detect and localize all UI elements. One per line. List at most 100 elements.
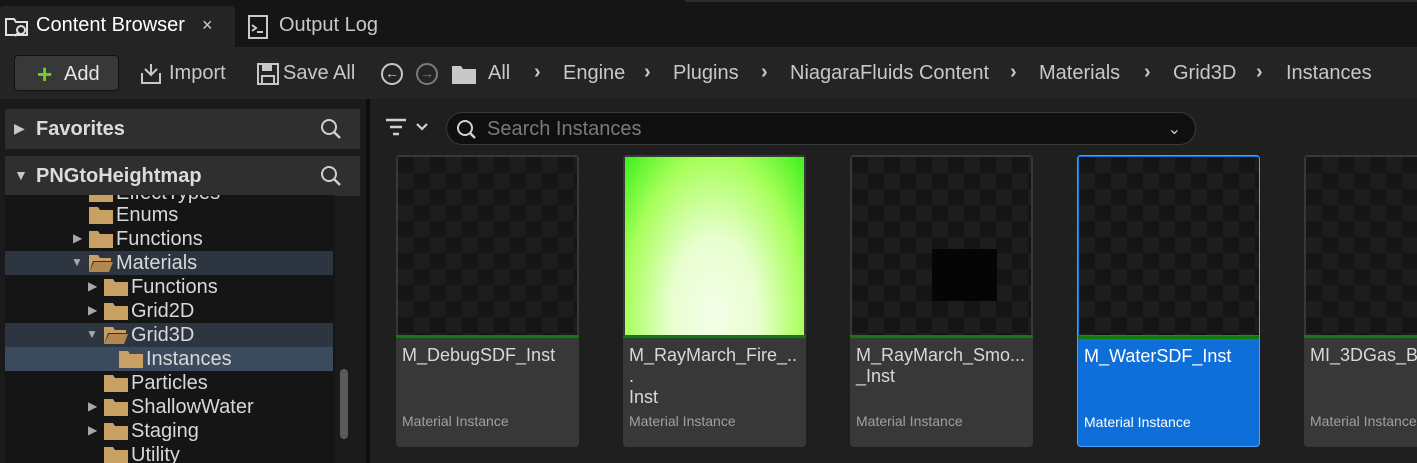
asset-type-strip (1078, 336, 1259, 339)
tree-item[interactable]: ▶ Grid2D (5, 299, 333, 323)
breadcrumb-item-all[interactable]: All (488, 62, 510, 85)
chevron-right-icon[interactable]: › (644, 61, 651, 84)
breadcrumb-item-instances[interactable]: Instances (1286, 62, 1372, 85)
tree-item[interactable]: ▶ Functions (5, 275, 333, 299)
folder-icon[interactable] (451, 63, 477, 85)
folder-icon (104, 279, 128, 296)
close-icon[interactable]: × (202, 15, 213, 36)
chevron-down-icon[interactable]: ▼ (86, 327, 98, 341)
tree-item-label: Instances (146, 348, 232, 370)
tree-item-label: Grid2D (131, 300, 195, 322)
tree-item-label: Staging (131, 420, 199, 442)
tree-item[interactable]: Utility (5, 443, 333, 463)
add-button-label: Add (64, 63, 100, 85)
asset-view: ⌄ M_DebugSDF_Inst Material Instance M_Ra… (370, 99, 1417, 463)
asset-tile[interactable]: M_RayMarch_Fire_... Inst Material Instan… (623, 155, 806, 447)
asset-type-strip (850, 335, 1033, 338)
import-icon[interactable] (139, 63, 163, 85)
chevron-down-icon[interactable]: ⌄ (1168, 119, 1181, 139)
asset-name: MI_3DGas_Ba (1310, 345, 1417, 365)
folder-tree: EffectTypes Enums ▶ Functions ▼ Material… (5, 195, 335, 463)
chevron-right-icon[interactable]: ▶ (88, 423, 97, 437)
save-all-button[interactable]: Save All (283, 62, 355, 85)
chevron-right-icon[interactable]: ▶ (88, 303, 97, 317)
tree-item-label: Utility (131, 444, 180, 463)
favorites-header[interactable]: ▶ Favorites (5, 109, 360, 149)
tree-item-label: Materials (116, 252, 198, 274)
favorites-label: Favorites (36, 118, 125, 140)
add-button[interactable]: + Add (14, 55, 119, 91)
asset-tile[interactable]: M_DebugSDF_Inst Material Instance (396, 155, 579, 447)
chevron-right-icon[interactable]: ▶ (88, 399, 97, 413)
tree-item[interactable]: Enums (5, 203, 333, 227)
tree-item-label: ShallowWater (131, 396, 254, 418)
search-input[interactable] (487, 116, 1147, 142)
import-button[interactable]: Import (169, 62, 226, 85)
tree-item[interactable]: ▼ Materials (5, 251, 333, 275)
asset-thumbnail (1079, 157, 1259, 335)
tree-item-label: Particles (131, 372, 208, 394)
tab-label: Content Browser (36, 14, 185, 36)
search-icon[interactable] (320, 165, 342, 187)
asset-type: Material Instance (629, 413, 736, 429)
folder-icon (104, 375, 128, 392)
chevron-right-icon[interactable]: › (534, 61, 541, 84)
asset-type: Material Instance (1310, 413, 1417, 429)
asset-thumbnail (398, 157, 577, 335)
save-all-icon[interactable] (256, 63, 280, 85)
tree-item[interactable]: ▶ Staging (5, 419, 333, 443)
breadcrumb-item-plugins[interactable]: Plugins (673, 62, 739, 85)
search-icon[interactable] (320, 118, 342, 140)
tree-item[interactable]: ▶ Functions (5, 227, 333, 251)
breadcrumb-item-engine[interactable]: Engine (563, 62, 625, 85)
asset-type-strip (623, 335, 806, 338)
breadcrumb-item-niagarafluids-content[interactable]: NiagaraFluids Content (790, 62, 989, 85)
chevron-right-icon[interactable]: ▶ (14, 120, 25, 137)
breadcrumb-item-grid3d[interactable]: Grid3D (1173, 62, 1236, 85)
sources-panel: ▶ Favorites ▼ PNGtoHeightmap EffectTypes… (0, 99, 366, 463)
asset-thumbnail (625, 157, 804, 335)
folder-icon (104, 399, 128, 416)
project-label: PNGtoHeightmap (36, 165, 202, 187)
chevron-right-icon[interactable]: › (761, 61, 768, 84)
chevron-right-icon[interactable]: › (1010, 61, 1017, 84)
chevron-down-icon[interactable]: ▼ (71, 255, 83, 269)
folder-icon (119, 351, 143, 368)
content-browser-icon (5, 18, 28, 37)
back-icon[interactable]: ← (381, 63, 403, 85)
tab-label: Output Log (279, 14, 378, 36)
search-icon (457, 120, 476, 139)
tree-item[interactable]: ▼ Grid3D (5, 323, 333, 347)
asset-type: Material Instance (402, 413, 509, 429)
tab-bar: Content Browser × Output Log (0, 0, 1417, 47)
filter-icon[interactable] (384, 114, 434, 140)
folder-icon (89, 195, 113, 202)
tree-item-label: Enums (116, 204, 179, 226)
search-bar[interactable]: ⌄ (446, 112, 1196, 145)
tree-scrollbar[interactable] (340, 369, 348, 439)
chevron-right-icon[interactable]: › (1256, 61, 1263, 84)
breadcrumb-item-materials[interactable]: Materials (1039, 62, 1120, 85)
folder-icon (89, 207, 113, 224)
folder-icon (104, 447, 128, 463)
asset-tile-selected[interactable]: M_WaterSDF_Inst Material Instance (1077, 155, 1260, 447)
tree-item-selected[interactable]: Instances (5, 347, 333, 371)
tree-item-label: Grid3D (131, 324, 195, 346)
asset-tile[interactable]: MI_3DGas_Ba Material Instance (1304, 155, 1417, 447)
asset-tile[interactable]: M_RayMarch_Smo... _Inst Material Instanc… (850, 155, 1033, 447)
chevron-right-icon[interactable]: ▶ (88, 279, 97, 293)
chevron-right-icon[interactable]: › (1144, 61, 1151, 84)
chevron-right-icon[interactable]: ▶ (73, 231, 82, 245)
chevron-down-icon[interactable]: ▼ (14, 167, 28, 183)
asset-type: Material Instance (1084, 414, 1191, 430)
tree-item[interactable]: Particles (5, 371, 333, 395)
tab-strip-line (685, 0, 1417, 2)
forward-icon[interactable]: → (416, 63, 438, 85)
tab-content-browser[interactable]: Content Browser × (0, 6, 235, 47)
tab-output-log[interactable]: Output Log (238, 6, 398, 47)
plus-icon: + (37, 59, 53, 89)
project-header[interactable]: ▼ PNGtoHeightmap (5, 156, 360, 196)
folder-icon (89, 231, 113, 248)
asset-type: Material Instance (856, 413, 963, 429)
tree-item[interactable]: ▶ ShallowWater (5, 395, 333, 419)
